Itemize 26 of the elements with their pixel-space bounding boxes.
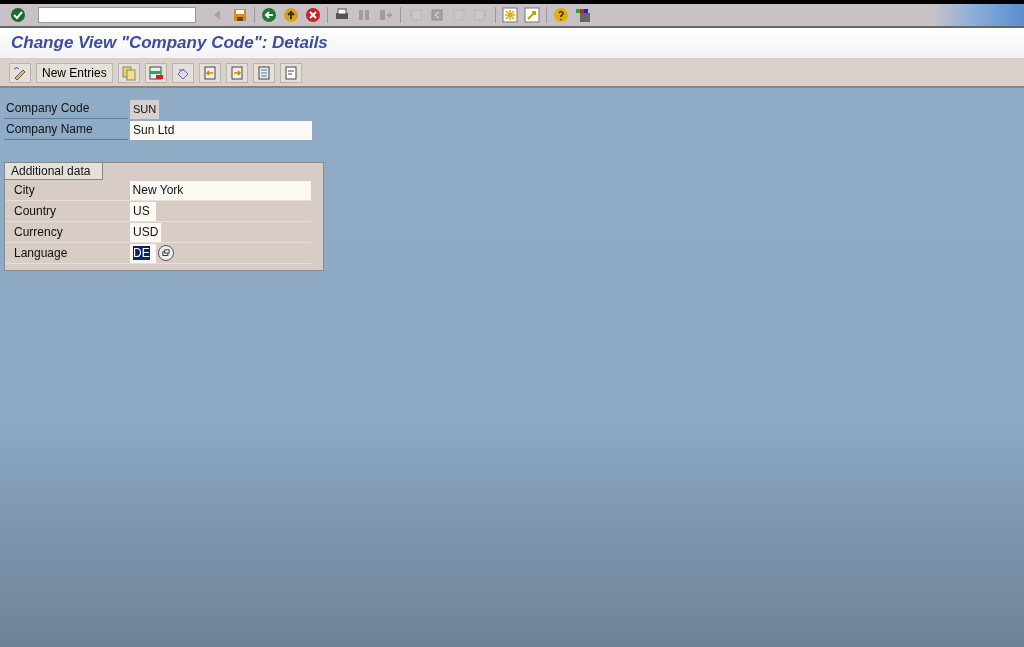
- input-field[interactable]: DE: [130, 243, 156, 263]
- input-field[interactable]: US: [130, 201, 156, 221]
- command-field[interactable]: [38, 7, 196, 23]
- field-label: Currency: [13, 225, 64, 239]
- field-label: Country: [13, 204, 58, 218]
- shortcut-icon[interactable]: [524, 7, 540, 23]
- help-icon[interactable]: [553, 7, 569, 23]
- save-icon[interactable]: [232, 7, 248, 23]
- cancel-icon[interactable]: [305, 7, 321, 23]
- screen-title: Change View "Company Code": Details: [11, 33, 328, 53]
- input-field[interactable]: Sun Ltd: [130, 120, 312, 140]
- layout-menu-icon[interactable]: [575, 7, 591, 23]
- value-help-button[interactable]: [158, 245, 174, 261]
- field-label: Company Code: [4, 99, 128, 119]
- field-label: Company Name: [4, 120, 128, 140]
- group-title: Additional data: [5, 163, 104, 180]
- new-entries-button[interactable]: New Entries: [36, 63, 113, 83]
- popup-icon: [161, 248, 171, 258]
- enter-icon[interactable]: [10, 7, 26, 23]
- input-field[interactable]: SUN: [130, 99, 160, 119]
- field-label: Language: [13, 246, 69, 260]
- input-field[interactable]: New York: [129, 180, 311, 200]
- field-label: City: [13, 183, 36, 197]
- back-icon[interactable]: [261, 7, 277, 23]
- input-field[interactable]: USD: [130, 222, 162, 242]
- exit-icon[interactable]: [283, 7, 299, 23]
